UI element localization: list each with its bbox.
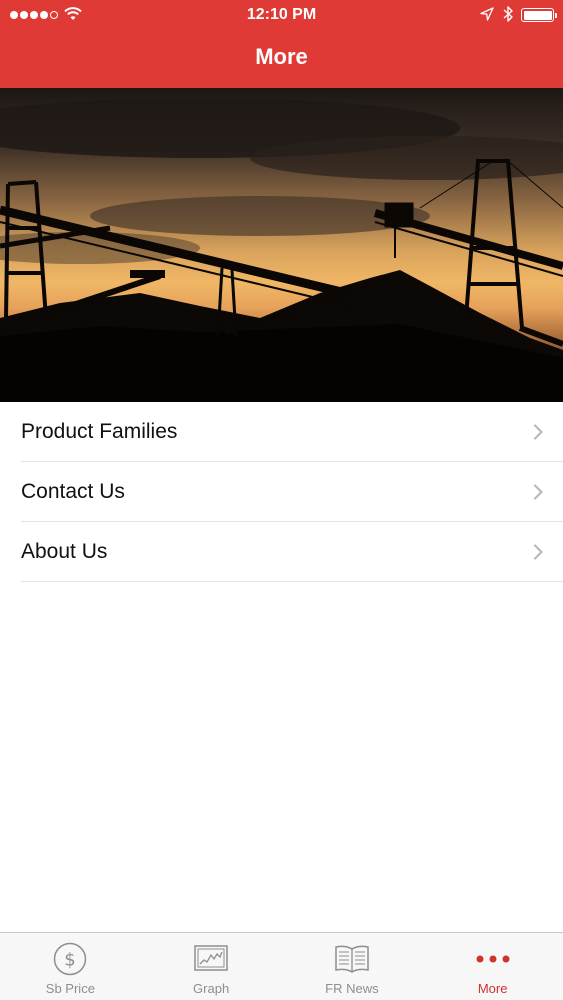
- location-arrow-icon: [480, 7, 494, 21]
- tab-label: Graph: [193, 981, 230, 996]
- more-dots-icon: [476, 955, 510, 963]
- status-bar: 12:10 PM: [0, 0, 563, 30]
- tab-label: FR News: [325, 981, 379, 996]
- tab-label: More: [477, 981, 508, 996]
- battery-full-icon: [521, 8, 557, 22]
- chevron-right-icon: [533, 484, 543, 500]
- chevron-right-icon: [533, 544, 543, 560]
- open-book-icon: [335, 945, 369, 973]
- more-menu-list: Product Families Contact Us About Us: [0, 402, 563, 582]
- menu-item-about-us[interactable]: About Us: [0, 522, 563, 582]
- conveyor-silhouette: [0, 98, 563, 402]
- tab-label: Sb Price: [45, 981, 95, 996]
- bluetooth-icon: [503, 6, 513, 22]
- tab-more[interactable]: More: [422, 933, 563, 1000]
- tab-sb-price[interactable]: $ Sb Price: [0, 933, 141, 1000]
- dollar-circle-icon: $: [54, 942, 87, 976]
- menu-item-label: About Us: [21, 540, 108, 563]
- tab-bar: $ Sb Price Graph FR News More: [0, 932, 563, 1000]
- tab-graph[interactable]: Graph: [141, 933, 282, 1000]
- menu-item-label: Contact Us: [21, 480, 125, 503]
- menu-item-label: Product Families: [21, 420, 178, 443]
- page-title: More: [255, 44, 308, 69]
- tab-fr-news[interactable]: FR News: [282, 933, 423, 1000]
- line-graph-icon: [194, 945, 228, 971]
- chevron-right-icon: [533, 424, 543, 440]
- app-header: 12:10 PM More: [0, 0, 563, 88]
- status-time: 12:10 PM: [246, 6, 317, 23]
- menu-item-product-families[interactable]: Product Families: [0, 402, 563, 462]
- menu-item-contact-us[interactable]: Contact Us: [0, 462, 563, 522]
- hero-image: [0, 88, 563, 402]
- svg-text:$: $: [65, 950, 76, 971]
